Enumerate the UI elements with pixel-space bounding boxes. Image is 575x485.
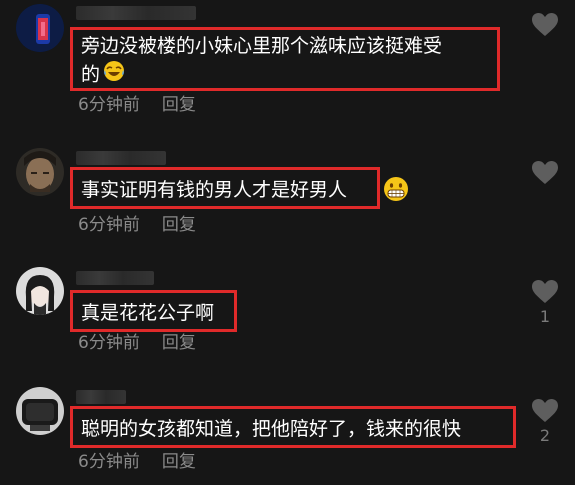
like-count: 2 [539, 426, 551, 445]
heart-icon[interactable] [531, 12, 559, 37]
comment-text-line: 的 [81, 60, 489, 90]
username[interactable] [76, 6, 196, 20]
like-button[interactable] [528, 12, 562, 41]
reply-button[interactable]: 回复 [162, 333, 196, 353]
reply-button[interactable]: 回复 [162, 95, 196, 115]
laughing-tears-emoji-icon [103, 60, 125, 90]
heart-icon[interactable] [531, 160, 559, 185]
comment-meta: 6分钟前 回复 [78, 215, 196, 235]
comment-text: 事实证明有钱的男人才是好男人 [70, 167, 380, 209]
comment-meta: 6分钟前 回复 [78, 333, 196, 353]
like-count: 1 [539, 307, 551, 326]
comment-meta: 6分钟前 回复 [78, 95, 196, 115]
username[interactable] [76, 271, 154, 285]
avatar[interactable] [16, 4, 64, 52]
timestamp: 6分钟前 [78, 452, 140, 472]
avatar[interactable] [16, 387, 64, 435]
heart-icon[interactable] [531, 398, 559, 423]
reply-button[interactable]: 回复 [162, 452, 196, 472]
username[interactable] [76, 151, 166, 165]
comment-list: { "comments": [ { "text_line1": "旁边没被楼的小… [0, 0, 575, 485]
timestamp: 6分钟前 [78, 95, 140, 115]
like-button[interactable]: 1 [528, 279, 562, 326]
comment-text-line: 旁边没被楼的小妹心里那个滋味应该挺难受 [81, 35, 443, 57]
comment-text: 聪明的女孩都知道，把他陪好了，钱来的很快 [70, 406, 516, 448]
comment-text-line: 真是花花公子啊 [81, 302, 215, 324]
comment-text-line: 聪明的女孩都知道，把他陪好了，钱来的很快 [81, 418, 462, 440]
username[interactable] [76, 390, 126, 404]
avatar[interactable] [16, 267, 64, 315]
comment-text: 旁边没被楼的小妹心里那个滋味应该挺难受 的 [70, 27, 500, 91]
comment-text-tail: 的 [81, 63, 101, 86]
like-button[interactable]: 2 [528, 398, 562, 445]
like-button[interactable] [528, 160, 562, 189]
timestamp: 6分钟前 [78, 215, 140, 235]
comment-text: 真是花花公子啊 [70, 290, 237, 332]
comment-text-line: 事实证明有钱的男人才是好男人 [81, 179, 348, 201]
comment-meta: 6分钟前 回复 [78, 452, 196, 472]
grinning-teeth-emoji-icon [383, 176, 409, 206]
avatar[interactable] [16, 148, 64, 196]
reply-button[interactable]: 回复 [162, 215, 196, 235]
heart-icon[interactable] [531, 279, 559, 304]
timestamp: 6分钟前 [78, 333, 140, 353]
